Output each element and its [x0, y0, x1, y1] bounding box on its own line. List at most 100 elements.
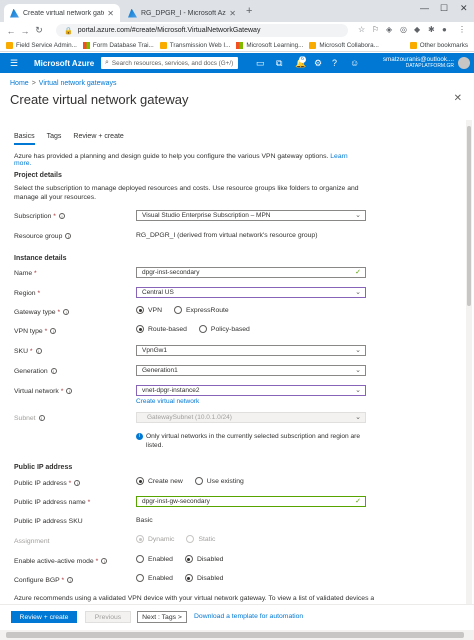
footer-bar: Review + create Previous Next : Tags > D…	[0, 604, 474, 630]
close-tab-icon[interactable]: ✕	[107, 9, 114, 18]
download-template-link[interactable]: Download a template for automation	[194, 613, 303, 620]
wizard-tabs: Basics Tags Review + create	[14, 133, 136, 145]
bookmark[interactable]: Microsoft Collabora...	[309, 41, 379, 49]
browser-tab-inactive[interactable]: RG_DPGR_I - Microsoft Azure ✕	[122, 4, 242, 22]
directory-filter-icon[interactable]: ⧉	[276, 58, 282, 69]
back-icon[interactable]: ←	[4, 26, 18, 36]
scroll-thumb[interactable]	[6, 632, 464, 638]
folder-icon	[159, 41, 167, 49]
radio-bgp-enabled[interactable]: Enabled	[136, 574, 173, 582]
intro-text: Azure has provided a planning and design…	[14, 153, 348, 167]
name-input[interactable]: dpgr-inst-secondary ✓	[136, 267, 366, 278]
close-blade-icon[interactable]: ✕	[454, 93, 462, 104]
vpn-type-radios: Route-based Policy-based	[136, 325, 262, 333]
assignment-label: Assignment	[14, 538, 50, 545]
star-icon[interactable]: ☆	[358, 25, 365, 34]
feedback-icon[interactable]: ☺	[350, 58, 359, 68]
folder-icon	[309, 41, 317, 49]
bgp-label: Configure BGP * i	[14, 577, 74, 584]
bookmark[interactable]: Form Database Trai...	[82, 41, 154, 49]
radio-use-existing[interactable]: Use existing	[194, 477, 244, 485]
browser-tab-active[interactable]: Create virtual network gateway ✕	[4, 4, 120, 22]
url-field[interactable]: 🔒 portal.azure.com/#create/Microsoft.Vir…	[56, 24, 348, 37]
url-text: portal.azure.com/#create/Microsoft.Virtu…	[77, 27, 261, 34]
puzzle-icon[interactable]: ✱	[428, 25, 435, 34]
next-tags-button[interactable]: Next : Tags >	[137, 611, 187, 623]
close-tab-icon[interactable]: ✕	[229, 9, 236, 18]
bookmark[interactable]: Field Service Admin...	[6, 41, 77, 49]
horizontal-scrollbar[interactable]	[0, 630, 474, 640]
virtual-network-select[interactable]: vnet-dpgr-instance2 ⌄	[136, 385, 366, 396]
help-icon[interactable]: ?	[332, 58, 337, 68]
translate-icon[interactable]: ⚐	[372, 25, 379, 34]
review-create-button[interactable]: Review + create	[11, 611, 77, 623]
cloud-shell-icon[interactable]: ▭	[256, 58, 265, 69]
radio-dynamic: Dynamic	[136, 535, 174, 543]
tab-basics[interactable]: Basics	[14, 133, 35, 145]
radio-active-enabled[interactable]: Enabled	[136, 555, 173, 563]
microsoft-icon	[236, 41, 244, 49]
info-icon: i	[65, 233, 72, 240]
bookmark[interactable]: Microsoft Learning...	[236, 41, 303, 49]
window-close-icon[interactable]: ✕	[460, 3, 468, 14]
radio-static: Static	[186, 535, 215, 543]
instance-details-heading: Instance details	[14, 255, 67, 262]
bookmark-other[interactable]: Other bookmarks	[409, 41, 468, 49]
forward-icon[interactable]: →	[18, 26, 32, 36]
avatar[interactable]	[458, 57, 470, 69]
azure-search-input[interactable]: ⌕ Search resources, services, and docs (…	[101, 57, 238, 69]
active-active-label: Enable active-active mode * i	[14, 558, 108, 565]
info-icon: i	[35, 348, 42, 355]
account-info[interactable]: smatzouranis@outlook.... DATAPLATFORM.GR	[383, 56, 454, 70]
radio-expressroute[interactable]: ExpressRoute	[173, 306, 229, 314]
subscription-select[interactable]: Visual Studio Enterprise Subscription – …	[136, 210, 366, 221]
checkmark-icon: ✓	[355, 269, 361, 276]
public-ip-heading: Public IP address	[14, 464, 73, 471]
create-virtual-network-link[interactable]: Create virtual network	[136, 398, 199, 405]
radio-route-based[interactable]: Route-based	[136, 325, 187, 333]
chevron-down-icon: ⌄	[355, 212, 361, 219]
extension-icon[interactable]: ◆	[414, 25, 420, 34]
public-ip-sku-value: Basic	[136, 517, 153, 524]
extension-icon[interactable]: ◎	[400, 25, 407, 34]
reload-icon[interactable]: ↻	[32, 25, 46, 36]
chevron-down-icon: ⌄	[355, 387, 361, 394]
maximize-icon[interactable]: ☐	[440, 3, 448, 14]
new-tab-icon[interactable]: +	[246, 5, 252, 17]
profile-icon[interactable]: ●	[442, 25, 447, 34]
bookmark[interactable]: Transmission Web I...	[159, 41, 230, 49]
region-select[interactable]: Central US ⌄	[136, 287, 366, 298]
breadcrumb-vng[interactable]: Virtual network gateways	[39, 80, 117, 87]
checkmark-icon: ✓	[355, 498, 361, 505]
azure-brand[interactable]: Microsoft Azure	[34, 59, 94, 68]
menu-dots-icon[interactable]: ⋮	[458, 25, 466, 34]
info-icon: i	[38, 415, 45, 422]
tab-tags[interactable]: Tags	[47, 133, 62, 145]
search-icon: ⌕	[105, 59, 109, 66]
radio-active-disabled[interactable]: Disabled	[184, 555, 223, 563]
radio-policy-based[interactable]: Policy-based	[198, 325, 250, 333]
public-ip-name-input[interactable]: dpgr-inst-gw-secondary ✓	[136, 496, 366, 507]
tab-title: RG_DPGR_I - Microsoft Azure	[141, 9, 226, 17]
tab-review-create[interactable]: Review + create	[73, 133, 123, 145]
address-bar-row: ← → ↻ 🔒 portal.azure.com/#create/Microso…	[0, 22, 474, 39]
generation-select[interactable]: Generation1 ⌄	[136, 365, 366, 376]
browser-tabstrip: Create virtual network gateway ✕ RG_DPGR…	[0, 0, 474, 22]
scroll-thumb[interactable]	[467, 126, 471, 306]
name-label: Name *	[14, 270, 37, 277]
active-active-radios: Enabled Disabled	[136, 555, 235, 563]
virtual-network-label: Virtual network * i	[14, 388, 73, 395]
radio-create-new[interactable]: Create new	[136, 477, 183, 485]
breadcrumb-home[interactable]: Home	[10, 80, 29, 87]
project-details-heading: Project details	[14, 172, 62, 179]
radio-bgp-disabled[interactable]: Disabled	[184, 574, 223, 582]
extension-icon[interactable]: ◈	[386, 25, 392, 34]
radio-vpn[interactable]: VPN	[136, 306, 162, 314]
sku-select[interactable]: VpnGw1 ⌄	[136, 345, 366, 356]
minimize-icon[interactable]: —	[420, 3, 429, 13]
settings-gear-icon[interactable]: ⚙	[314, 58, 322, 69]
search-placeholder: Search resources, services, and docs (G+…	[111, 59, 234, 67]
hamburger-menu-icon[interactable]: ☰	[10, 58, 18, 69]
chevron-down-icon: ⌄	[355, 289, 361, 296]
vertical-scrollbar[interactable]	[466, 120, 472, 608]
